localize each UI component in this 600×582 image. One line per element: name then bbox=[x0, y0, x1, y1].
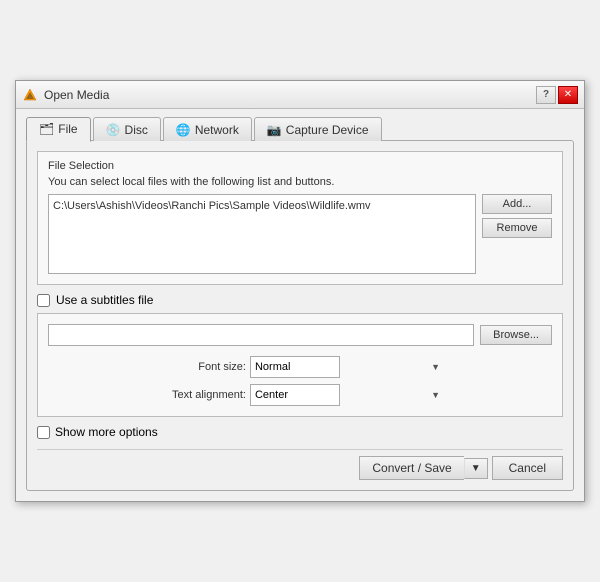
capture-icon: 📷 bbox=[267, 123, 282, 137]
open-media-window: Open Media ? ✕ 🗂 File 💿 Disc 🌐 Network 📷 bbox=[15, 80, 585, 502]
title-bar: Open Media ? ✕ bbox=[16, 81, 584, 109]
title-bar-left: Open Media bbox=[22, 87, 109, 103]
subtitle-checkbox[interactable] bbox=[37, 294, 50, 307]
tab-file-label: File bbox=[58, 122, 77, 136]
network-icon: 🌐 bbox=[176, 123, 191, 137]
text-align-select[interactable]: Left Center Right bbox=[250, 384, 340, 406]
convert-save-button-group: Convert / Save ▼ bbox=[359, 456, 487, 480]
divider bbox=[37, 449, 563, 450]
file-section-title: File Selection bbox=[48, 160, 552, 172]
file-section-desc: You can select local files with the foll… bbox=[48, 176, 552, 188]
subtitle-options-grid: Font size: Smaller Small Normal Large La… bbox=[48, 356, 552, 406]
font-size-arrow-icon: ▼ bbox=[431, 362, 440, 372]
cancel-button[interactable]: Cancel bbox=[492, 456, 563, 480]
tab-capture-label: Capture Device bbox=[286, 123, 369, 137]
show-more-label: Show more options bbox=[55, 425, 158, 439]
subtitle-section: Browse... Font size: Smaller Small Norma… bbox=[37, 313, 563, 417]
tab-file[interactable]: 🗂 File bbox=[26, 117, 91, 142]
file-area: C:\Users\Ashish\Videos\Ranchi Pics\Sampl… bbox=[48, 194, 552, 274]
help-button[interactable]: ? bbox=[536, 86, 556, 104]
convert-save-button[interactable]: Convert / Save bbox=[359, 456, 463, 480]
tab-disc-label: Disc bbox=[125, 123, 148, 137]
file-selection-section: File Selection You can select local file… bbox=[37, 151, 563, 285]
text-align-arrow-icon: ▼ bbox=[431, 390, 440, 400]
tab-capture[interactable]: 📷 Capture Device bbox=[254, 117, 382, 141]
file-buttons: Add... Remove bbox=[482, 194, 552, 238]
subtitle-checkbox-row: Use a subtitles file bbox=[37, 293, 563, 307]
font-size-select[interactable]: Smaller Small Normal Large Larger bbox=[250, 356, 340, 378]
subtitle-file-input[interactable] bbox=[48, 324, 474, 346]
remove-button[interactable]: Remove bbox=[482, 218, 552, 238]
font-size-label: Font size: bbox=[68, 361, 246, 373]
text-align-select-wrapper: Left Center Right ▼ bbox=[250, 384, 444, 406]
tab-network[interactable]: 🌐 Network bbox=[163, 117, 252, 141]
window-title: Open Media bbox=[44, 88, 109, 102]
subtitle-browse-row: Browse... bbox=[48, 324, 552, 346]
tab-network-label: Network bbox=[195, 123, 239, 137]
font-size-select-wrapper: Smaller Small Normal Large Larger ▼ bbox=[250, 356, 444, 378]
show-more-row: Show more options bbox=[37, 425, 563, 439]
bottom-buttons: Convert / Save ▼ Cancel bbox=[37, 456, 563, 480]
text-align-label: Text alignment: bbox=[68, 389, 246, 401]
subtitle-checkbox-label: Use a subtitles file bbox=[56, 293, 153, 307]
file-list-box[interactable]: C:\Users\Ashish\Videos\Ranchi Pics\Sampl… bbox=[48, 194, 476, 274]
subtitle-browse-button[interactable]: Browse... bbox=[480, 325, 552, 345]
folder-icon: 🗂 bbox=[39, 122, 54, 136]
add-button[interactable]: Add... bbox=[482, 194, 552, 214]
close-button[interactable]: ✕ bbox=[558, 86, 578, 104]
disc-icon: 💿 bbox=[106, 123, 121, 137]
show-more-checkbox[interactable] bbox=[37, 426, 50, 439]
convert-save-dropdown-button[interactable]: ▼ bbox=[464, 458, 488, 479]
tab-bar: 🗂 File 💿 Disc 🌐 Network 📷 Capture Device bbox=[26, 117, 574, 141]
file-list-item: C:\Users\Ashish\Videos\Ranchi Pics\Sampl… bbox=[53, 199, 471, 214]
main-panel: File Selection You can select local file… bbox=[26, 140, 574, 491]
vlc-icon bbox=[22, 87, 38, 103]
tab-disc[interactable]: 💿 Disc bbox=[93, 117, 161, 141]
window-body: 🗂 File 💿 Disc 🌐 Network 📷 Capture Device… bbox=[16, 109, 584, 501]
title-bar-buttons: ? ✕ bbox=[536, 86, 578, 104]
